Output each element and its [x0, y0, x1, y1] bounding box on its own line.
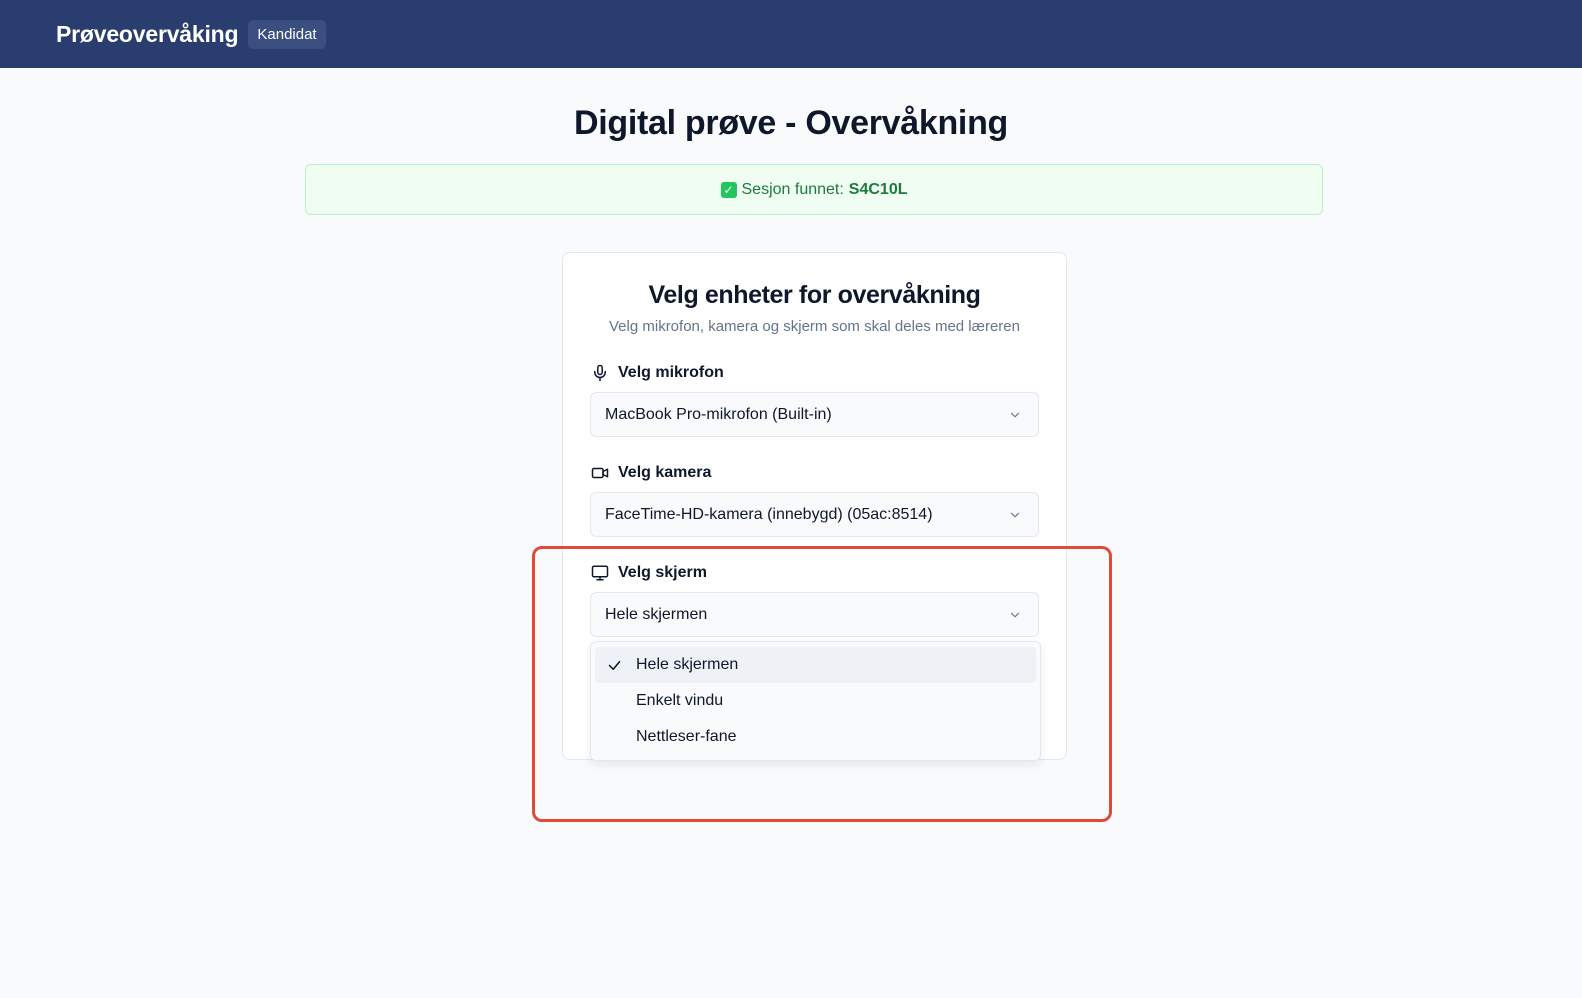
camera-select[interactable]: FaceTime-HD-kamera (innebygd) (05ac:8514…	[590, 492, 1039, 537]
role-badge: Kandidat	[248, 19, 326, 49]
session-status-banner: ✓ Sesjon funnet: S4C10L	[305, 164, 1323, 215]
camera-select-value: FaceTime-HD-kamera (innebygd) (05ac:8514…	[605, 505, 933, 523]
camera-label-text: Velg kamera	[618, 464, 712, 481]
screen-option-entire-screen[interactable]: Hele skjermen	[595, 647, 1036, 683]
check-icon	[608, 660, 621, 671]
option-label: Enkelt vindu	[636, 692, 724, 709]
screen-option-browser-tab[interactable]: Nettleser-fane	[595, 719, 1036, 755]
check-mark-icon: ✓	[720, 181, 737, 198]
session-status-label: Sesjon funnet:	[741, 180, 844, 198]
option-label: Hele skjermen	[636, 656, 739, 673]
chevron-down-icon	[1010, 612, 1020, 617]
camera-field-label: Velg kamera	[591, 464, 711, 482]
option-label: Nettleser-fane	[636, 728, 737, 745]
microphone-field-label: Velg mikrofon	[591, 364, 724, 382]
screen-select[interactable]: Hele skjermen	[590, 592, 1039, 637]
card-subtitle: Velg mikrofon, kamera og skjerm som skal…	[609, 318, 1020, 335]
microphone-select[interactable]: MacBook Pro-mikrofon (Built-in)	[590, 392, 1039, 437]
app-brand[interactable]: Prøveovervåking	[56, 21, 239, 48]
top-navbar: Prøveovervåking Kandidat	[0, 0, 1582, 68]
screen-select-dropdown: Hele skjermen Enkelt vindu Nettleser-fan…	[590, 641, 1041, 761]
card-title: Velg enheter for overvåkning	[648, 281, 981, 309]
microphone-select-value: MacBook Pro-mikrofon (Built-in)	[605, 405, 832, 423]
chevron-down-icon	[1010, 512, 1020, 517]
monitor-icon	[591, 565, 609, 581]
microphone-label-text: Velg mikrofon	[618, 364, 724, 381]
microphone-icon	[594, 364, 606, 382]
session-code: S4C10L	[848, 180, 908, 198]
page-title: Digital prøve - Overvåkning	[573, 104, 1009, 142]
chevron-down-icon	[1010, 412, 1020, 417]
screen-field-label: Velg skjerm	[591, 564, 707, 582]
screen-option-single-window[interactable]: Enkelt vindu	[595, 683, 1036, 719]
video-camera-icon	[591, 467, 609, 479]
screen-label-text: Velg skjerm	[618, 564, 707, 581]
screen-select-value: Hele skjermen	[605, 605, 708, 623]
